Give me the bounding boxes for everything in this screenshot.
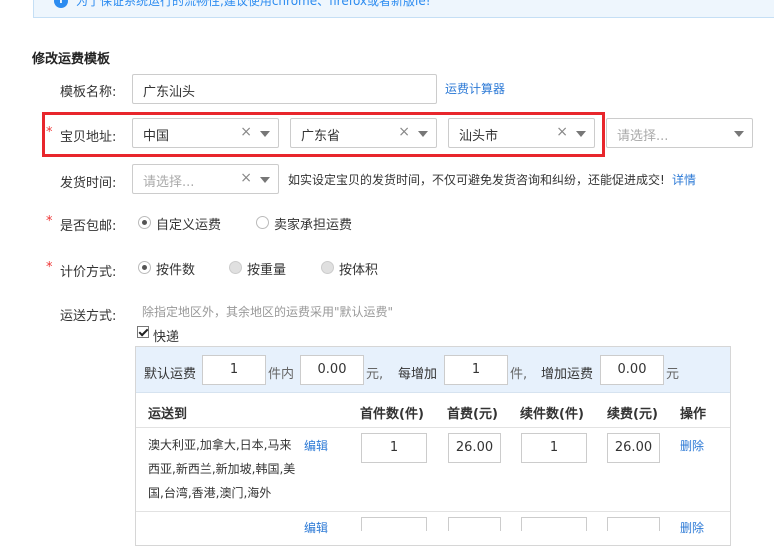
district-placeholder: 请选择...	[617, 129, 669, 144]
ship-time-placeholder: 请选择...	[143, 175, 195, 190]
express-fee-panel: 默认运费 1 件内 0.00 元, 每增加 1 件, 增加运费 0.00 元 运…	[135, 346, 731, 546]
column-header: 首件数(件)	[360, 407, 424, 422]
column-header: 续费(元)	[607, 407, 658, 422]
pricing-label: 计价方式:	[60, 265, 117, 280]
by-piece-radio[interactable]	[138, 261, 151, 274]
seller-pays-label: 卖家承担运费	[274, 218, 353, 233]
add-fee-input[interactable]	[607, 517, 660, 531]
clear-icon[interactable]: ×	[240, 170, 252, 186]
shipping-calculator-link[interactable]: 运费计算器	[445, 80, 505, 97]
row-divider	[136, 427, 730, 428]
custom-fee-label: 自定义运费	[156, 218, 222, 233]
first-fee-input[interactable]: 26.00	[448, 433, 501, 463]
city-select[interactable]: 汕头市 ×	[448, 118, 595, 148]
column-header: 续件数(件)	[520, 407, 584, 422]
template-name-label: 模板名称:	[60, 85, 117, 100]
edit-region-link[interactable]: 编辑	[304, 519, 328, 536]
section-title: 修改运费模板	[32, 52, 111, 67]
express-label: 快递	[153, 330, 180, 345]
unit-yuan-label: 元	[666, 367, 680, 382]
add-fee-input[interactable]: 26.00	[607, 433, 660, 463]
clear-icon[interactable]: ×	[556, 124, 568, 140]
by-weight-radio[interactable]	[229, 261, 242, 274]
notice-text: 为了保证系统运行的流畅性,建议使用chrome、firefox或者新版ie!	[76, 0, 431, 8]
info-icon: i	[54, 0, 68, 8]
seller-pays-radio[interactable]	[256, 216, 269, 229]
unit-piece-label: 件,	[510, 367, 528, 382]
country-select[interactable]: 中国 ×	[132, 118, 279, 148]
chevron-down-icon	[418, 131, 428, 137]
column-header: 运送到	[148, 407, 188, 422]
country-value: 中国	[143, 129, 170, 144]
chevron-down-icon	[734, 131, 744, 137]
default-add-fee-input[interactable]: 0.00	[600, 355, 664, 385]
chevron-down-icon	[260, 131, 270, 137]
required-mark: *	[46, 214, 53, 229]
district-select[interactable]: 请选择...	[606, 118, 753, 148]
chevron-down-icon	[260, 177, 270, 183]
delete-row-link[interactable]: 删除	[680, 519, 704, 536]
region-list: 澳大利亚,加拿大,日本,马来西亚,新西兰,新加坡,韩国,美国,台湾,香港,澳门,…	[148, 438, 296, 500]
shipping-method-label: 运送方式:	[60, 309, 117, 324]
express-checkbox[interactable]	[137, 326, 149, 338]
add-fee-label: 增加运费	[541, 367, 594, 382]
default-fee-label: 默认运费	[144, 367, 197, 382]
browser-notice: i 为了保证系统运行的流畅性,建议使用chrome、firefox或者新版ie!	[33, 0, 774, 18]
city-value: 汕头市	[459, 129, 499, 144]
ship-time-select[interactable]: 请选择... ×	[132, 164, 279, 194]
delete-row-link[interactable]: 删除	[680, 437, 704, 454]
default-add-qty-input[interactable]: 1	[444, 355, 508, 385]
item-location-label: 宝贝地址:	[60, 130, 117, 145]
by-volume-label: 按体积	[339, 263, 379, 278]
first-qty-input[interactable]	[361, 517, 427, 531]
ship-time-details-link[interactable]: 详情	[672, 171, 696, 188]
unit-pieces-label: 件内	[268, 367, 295, 382]
row-divider	[136, 511, 730, 512]
column-header: 操作	[680, 407, 707, 422]
template-name-input[interactable]: 广东汕头	[132, 74, 437, 104]
province-value: 广东省	[301, 129, 341, 144]
unit-yuan-label: 元,	[366, 367, 384, 382]
custom-fee-radio[interactable]	[138, 216, 151, 229]
by-piece-label: 按件数	[156, 263, 196, 278]
column-header: 首费(元)	[447, 407, 498, 422]
clear-icon[interactable]: ×	[240, 124, 252, 140]
required-mark: *	[46, 260, 53, 275]
default-fee-bar: 默认运费 1 件内 0.00 元, 每增加 1 件, 增加运费 0.00 元	[136, 347, 730, 393]
add-qty-input[interactable]	[521, 517, 587, 531]
chevron-down-icon	[576, 131, 586, 137]
add-qty-input[interactable]: 1	[521, 433, 587, 463]
default-first-fee-input[interactable]: 0.00	[300, 355, 364, 385]
first-qty-input[interactable]: 1	[361, 433, 427, 463]
clear-icon[interactable]: ×	[398, 124, 410, 140]
increase-label: 每增加	[398, 367, 438, 382]
edit-region-link[interactable]: 编辑	[304, 437, 328, 454]
free-shipping-label: 是否包邮:	[60, 219, 117, 234]
province-select[interactable]: 广东省 ×	[290, 118, 437, 148]
default-first-qty-input[interactable]: 1	[202, 355, 266, 385]
by-weight-label: 按重量	[247, 263, 287, 278]
by-volume-radio[interactable]	[321, 261, 334, 274]
first-fee-input[interactable]	[448, 517, 501, 531]
ship-time-note: 如实设定宝贝的发货时间，不仅可避免发货咨询和纠纷，还能促进成交!	[288, 173, 665, 187]
shipping-method-hint: 除指定地区外，其余地区的运费采用"默认运费"	[142, 305, 394, 319]
ship-time-label: 发货时间:	[60, 176, 117, 191]
required-mark: *	[46, 125, 53, 140]
